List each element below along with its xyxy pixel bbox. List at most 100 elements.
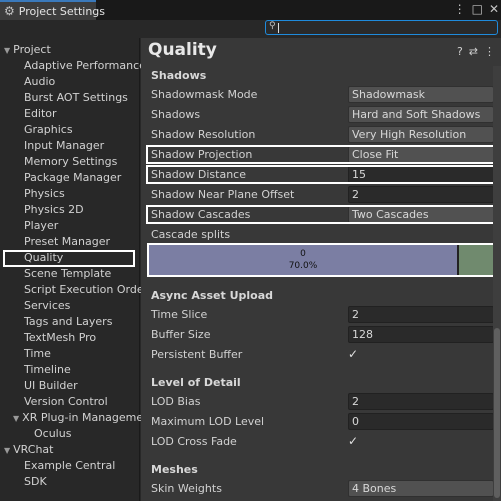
sidebar-item-label: Tags and Layers (24, 315, 113, 328)
sidebar-item[interactable]: Memory Settings (24, 154, 117, 170)
cascade-segment-0[interactable]: 0 70.0% (149, 245, 457, 275)
sidebar-item-label: TextMesh Pro (24, 331, 97, 344)
sidebar-item[interactable]: ▼ XR Plug-in Management (13, 410, 154, 426)
sidebar-item[interactable]: Scene Template (24, 266, 111, 282)
cascade-splits-label: Cascade splits (151, 228, 231, 241)
text-caret (278, 23, 279, 33)
expand-arrow-icon[interactable]: ▼ (13, 414, 19, 423)
sidebar-item-label: Scene Template (24, 267, 112, 280)
setting-label: Maximum LOD Level (151, 415, 265, 428)
setting-field[interactable]: 2 (348, 306, 494, 323)
sidebar-item[interactable]: Physics (24, 186, 65, 202)
sidebar-item-label: Example Central (24, 459, 116, 472)
sidebar-item-label: Input Manager (24, 139, 105, 152)
cascade-splits-bar[interactable]: 0 70.0% (147, 243, 495, 277)
gear-icon: ⚙ (4, 4, 15, 18)
sidebar-item-label: UI Builder (24, 379, 78, 392)
sidebar-item-label: Graphics (24, 123, 73, 136)
maximize-icon[interactable]: □ (472, 2, 483, 16)
preset-icon[interactable]: ⇄ (469, 45, 478, 58)
cascade-percent: 70.0% (288, 261, 318, 271)
sidebar-item-label: Project (13, 43, 51, 56)
sidebar-item-label: Player (24, 219, 59, 232)
cascade-index: 0 (300, 249, 306, 259)
sidebar-item-label: Burst AOT Settings (24, 91, 128, 104)
sidebar-item[interactable]: Adaptive Performance (24, 58, 146, 74)
more-options-icon[interactable]: ⋮ (454, 2, 466, 16)
sidebar-item-label: Package Manager (24, 171, 122, 184)
setting-label: LOD Bias (151, 395, 201, 408)
sidebar-item[interactable]: Input Manager (24, 138, 104, 154)
checkbox[interactable]: ✓ (348, 347, 362, 361)
sidebar-item[interactable]: Physics 2D (24, 202, 84, 218)
checkbox[interactable]: ✓ (348, 434, 362, 448)
sidebar-item[interactable]: Script Execution Order (24, 282, 148, 298)
quality-panel: Quality ? ⇄ ⋮ Shadows Shadowmask Mode Shad… (141, 38, 501, 501)
sidebar-item-label: Editor (24, 107, 57, 120)
sidebar-item[interactable]: Burst AOT Settings (24, 90, 128, 106)
more-options-icon[interactable]: ⋮ (484, 45, 495, 58)
sidebar-item[interactable]: Editor (24, 106, 57, 122)
sidebar-item-label: Preset Manager (24, 235, 111, 248)
sidebar-item-label: Version Control (24, 395, 108, 408)
highlight-box (146, 145, 495, 164)
setting-label: Shadows (151, 108, 201, 121)
setting-label: LOD Cross Fade (151, 435, 237, 448)
sidebar-item[interactable]: ▼ Project (4, 42, 51, 58)
sidebar-item[interactable]: Audio (24, 74, 55, 90)
window-controls: ⋮ □ ✕ (454, 2, 499, 16)
close-icon[interactable]: ✕ (489, 2, 499, 16)
setting-field[interactable]: 2 (348, 393, 494, 410)
setting-label: Skin Weights (151, 482, 222, 495)
sidebar-item[interactable]: Player (24, 218, 58, 234)
sidebar-item-label: VRChat (13, 443, 54, 456)
sidebar-item[interactable]: Timeline (24, 362, 71, 378)
sidebar-item-label: Oculus (34, 427, 72, 440)
setting-dropdown[interactable]: 4 Bones (348, 480, 494, 497)
sidebar-item-label: Time (24, 347, 51, 360)
sidebar-item[interactable]: Services (24, 298, 70, 314)
sidebar-item-label: Timeline (24, 363, 71, 376)
sidebar-item-label: XR Plug-in Management (22, 411, 155, 424)
sidebar-item[interactable]: UI Builder (24, 378, 78, 394)
setting-dropdown[interactable]: Hard and Soft Shadows (348, 106, 494, 123)
sidebar-item-label: Services (24, 299, 71, 312)
sidebar-item[interactable]: SDK (24, 474, 47, 490)
sidebar-item-label: Adaptive Performance (24, 59, 146, 72)
search-input[interactable]: ⚲ (265, 20, 498, 35)
sidebar-item[interactable]: ▼ VRChat (4, 442, 53, 458)
setting-label: Shadow Resolution (151, 128, 256, 141)
sidebar-item[interactable]: Graphics (24, 122, 73, 138)
sidebar-item-label: Physics (24, 187, 65, 200)
sidebar-item[interactable]: Example Central (24, 458, 115, 474)
cascade-segment-1[interactable] (459, 245, 493, 275)
scrollbar-thumb[interactable] (494, 328, 500, 498)
sidebar-item[interactable]: Time (24, 346, 51, 362)
help-icon[interactable]: ? (457, 45, 463, 58)
search-icon: ⚲ (269, 21, 276, 31)
sidebar-item-label: Audio (24, 75, 56, 88)
section-heading: Meshes (151, 463, 198, 476)
sidebar-item[interactable]: TextMesh Pro (24, 330, 96, 346)
sidebar-item-label: Script Execution Order (24, 283, 149, 296)
sidebar-item[interactable]: Tags and Layers (24, 314, 112, 330)
tab-label: Project Settings (18, 4, 106, 18)
expand-arrow-icon[interactable]: ▼ (4, 46, 10, 55)
sidebar-item-label: Physics 2D (24, 203, 84, 216)
setting-field[interactable]: 0 (348, 413, 494, 430)
setting-field[interactable]: 2 (348, 186, 494, 203)
sidebar-item[interactable]: Package Manager (24, 170, 121, 186)
expand-arrow-icon[interactable]: ▼ (4, 446, 10, 455)
setting-label: Buffer Size (151, 328, 211, 341)
sidebar-item[interactable]: Version Control (24, 394, 108, 410)
sidebar-item[interactable]: Oculus (34, 426, 71, 442)
setting-field[interactable]: 128 (348, 326, 494, 343)
title-bar: ⚙ Project Settings ⋮ □ ✕ (0, 0, 501, 20)
setting-dropdown[interactable]: Shadowmask (348, 86, 494, 103)
highlight-box (146, 205, 495, 224)
sidebar-item[interactable]: Preset Manager (24, 234, 110, 250)
tab-project-settings[interactable]: ⚙ Project Settings (0, 0, 105, 20)
setting-dropdown[interactable]: Very High Resolution (348, 126, 494, 143)
page-title: Quality (148, 40, 217, 60)
section-heading: Async Asset Upload (151, 289, 273, 302)
